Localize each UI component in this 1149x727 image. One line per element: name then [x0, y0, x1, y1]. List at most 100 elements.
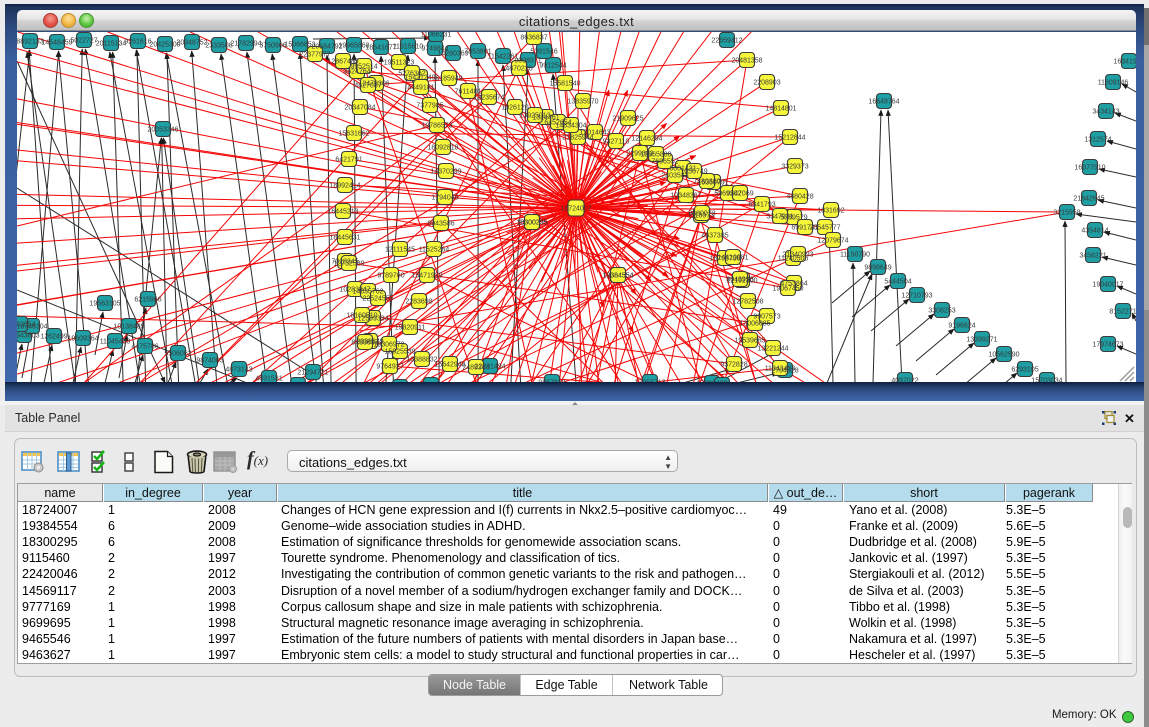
svg-text:8892133: 8892133: [17, 39, 44, 46]
svg-text:11045483: 11045483: [100, 339, 131, 346]
svg-text:20481358: 20481358: [731, 58, 762, 65]
svg-text:3458221: 3458221: [1079, 253, 1106, 260]
svg-text:14548459: 14548459: [41, 40, 72, 47]
svg-text:19384554: 19384554: [602, 273, 633, 280]
svg-text:6421791: 6421791: [335, 157, 362, 164]
svg-text:19040017: 19040017: [1092, 282, 1123, 289]
svg-text:12732589: 12732589: [333, 261, 364, 268]
svg-text:1312574: 1312574: [1084, 137, 1111, 144]
svg-text:19786573: 19786573: [421, 123, 452, 130]
svg-text:13399271: 13399271: [966, 337, 997, 344]
svg-text:13925013: 13925013: [519, 113, 550, 120]
svg-text:1056749: 1056749: [680, 169, 707, 176]
svg-text:9898649: 9898649: [864, 265, 891, 272]
svg-text:14410981: 14410981: [717, 255, 748, 262]
svg-text:5506062: 5506062: [164, 351, 191, 358]
svg-text:15825539: 15825539: [384, 349, 415, 356]
svg-text:11609146: 11609146: [1098, 80, 1129, 87]
svg-text:5444504: 5444504: [884, 279, 911, 286]
svg-text:17974673: 17974673: [1092, 342, 1123, 349]
svg-text:5276362: 5276362: [398, 71, 425, 78]
svg-text:7696552: 7696552: [651, 159, 678, 166]
svg-text:2208903: 2208903: [753, 80, 780, 87]
svg-text:15642948: 15642948: [434, 362, 465, 369]
svg-text:13006085: 13006085: [739, 321, 770, 328]
svg-text:7377985: 7377985: [416, 103, 443, 110]
svg-text:22943803: 22943803: [17, 333, 40, 340]
svg-text:21340993: 21340993: [782, 252, 813, 259]
svg-text:8048998: 8048998: [726, 277, 753, 284]
svg-text:16341910: 16341910: [1113, 59, 1136, 66]
svg-text:19539665: 19539665: [734, 338, 765, 345]
svg-text:6293105: 6293105: [1011, 367, 1038, 374]
svg-text:9008971: 9008971: [514, 58, 541, 65]
svg-text:18445631: 18445631: [329, 235, 360, 242]
svg-text:20948752: 20948752: [176, 40, 207, 47]
svg-text:20053346: 20053346: [147, 127, 178, 134]
svg-text:13388832: 13388832: [406, 357, 437, 364]
svg-text:15212844: 15212844: [774, 135, 805, 142]
svg-text:3434143: 3434143: [1092, 109, 1119, 116]
svg-text:12710793: 12710793: [901, 293, 932, 300]
svg-text:16445213: 16445213: [327, 209, 358, 216]
svg-text:6185949: 6185949: [435, 76, 462, 83]
svg-text:6991741: 6991741: [791, 225, 818, 232]
svg-text:4880428: 4880428: [786, 194, 813, 201]
svg-text:2283698: 2283698: [405, 299, 432, 306]
svg-text:12111545: 12111545: [385, 247, 415, 254]
svg-text:4873143: 4873143: [225, 367, 252, 374]
svg-text:19067450: 19067450: [772, 286, 803, 293]
svg-text:10348367: 10348367: [670, 193, 701, 200]
svg-text:11615610: 11615610: [393, 44, 424, 51]
svg-text:22659412: 22659412: [711, 38, 742, 45]
svg-text:12079674: 12079674: [817, 238, 848, 245]
svg-text:19563105: 19563105: [89, 301, 120, 308]
svg-text:9261616: 9261616: [124, 39, 151, 46]
svg-text:21842645: 21842645: [1073, 196, 1104, 203]
svg-text:9764927: 9764927: [376, 364, 403, 371]
svg-text:9912544: 9912544: [539, 63, 566, 70]
svg-text:19609364: 19609364: [67, 336, 98, 343]
svg-text:18724007: 18724007: [560, 206, 591, 213]
svg-text:11066231: 11066231: [421, 32, 452, 39]
svg-text:2333508: 2333508: [205, 43, 232, 50]
svg-text:10138489: 10138489: [113, 324, 144, 331]
svg-text:4449181: 4449181: [407, 85, 434, 92]
svg-text:3215958: 3215958: [1053, 210, 1080, 217]
svg-text:12782508: 12782508: [732, 299, 763, 306]
svg-text:2489364: 2489364: [462, 365, 489, 372]
svg-text:7480360: 7480360: [693, 179, 720, 186]
svg-text:6215966: 6215966: [134, 297, 161, 304]
svg-text:16648764: 16648764: [868, 99, 899, 106]
svg-text:13221244: 13221244: [757, 346, 788, 353]
svg-text:1262499: 1262499: [40, 334, 67, 341]
svg-text:21909625: 21909625: [612, 116, 643, 123]
svg-text:9952514: 9952514: [350, 64, 377, 71]
svg-text:8636837: 8636837: [520, 35, 547, 42]
svg-text:19511323: 19511323: [384, 60, 415, 67]
svg-text:10365880: 10365880: [640, 152, 671, 159]
svg-text:9196824: 9196824: [948, 323, 975, 330]
svg-text:14370299: 14370299: [430, 169, 461, 176]
svg-text:11343433: 11343433: [765, 366, 796, 373]
svg-text:4475786: 4475786: [131, 344, 158, 351]
svg-text:19820911: 19820911: [395, 325, 426, 332]
svg-text:5391546: 5391546: [530, 49, 557, 56]
svg-text:9372828: 9372828: [720, 362, 747, 369]
svg-text:8480073: 8480073: [688, 211, 715, 218]
svg-text:18160510: 18160510: [346, 313, 377, 320]
svg-text:9874003: 9874003: [196, 358, 223, 365]
svg-text:3347931: 3347931: [766, 214, 793, 221]
svg-text:15581540: 15581540: [549, 81, 580, 88]
svg-text:22524555: 22524555: [362, 296, 393, 303]
svg-text:13835970: 13835970: [567, 99, 598, 106]
svg-text:21294721: 21294721: [297, 370, 328, 377]
svg-text:12146294: 12146294: [631, 136, 662, 143]
svg-text:4870226: 4870226: [505, 66, 532, 73]
svg-text:1926120: 1926120: [501, 105, 528, 112]
svg-text:5022727: 5022727: [70, 38, 97, 45]
svg-text:6341793: 6341793: [748, 202, 775, 209]
svg-text:3329373: 3329373: [781, 164, 808, 171]
svg-text:18092818: 18092818: [427, 145, 458, 152]
svg-text:9907573: 9907573: [753, 314, 780, 321]
